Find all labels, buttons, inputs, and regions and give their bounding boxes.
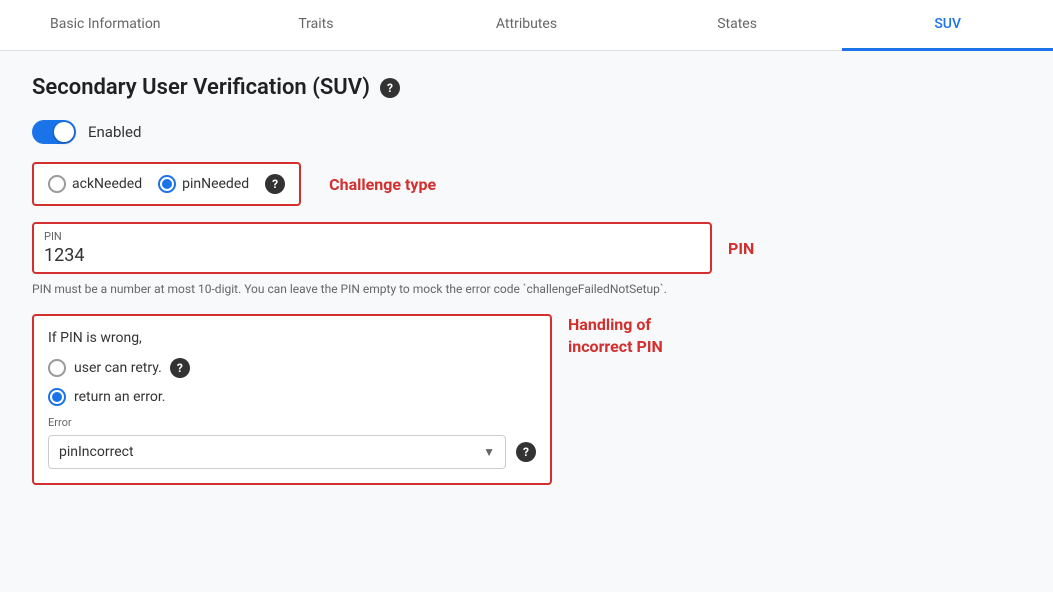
page-title-row: Secondary User Verification (SUV) ? <box>32 75 1021 100</box>
radio-ack-label: ackNeeded <box>72 176 142 192</box>
error-dropdown-help-icon[interactable]: ? <box>516 442 536 462</box>
challenge-type-annotation: Challenge type <box>329 175 436 194</box>
dropdown-arrow-icon: ▼ <box>483 445 495 459</box>
tab-traits[interactable]: Traits <box>211 0 422 51</box>
incorrect-pin-annotation: Handling of incorrect PIN <box>568 314 663 359</box>
tab-suv[interactable]: SUV <box>842 0 1053 51</box>
retry-option[interactable]: user can retry. ? <box>48 358 536 378</box>
radio-ack-needed[interactable]: ackNeeded <box>48 175 142 193</box>
pin-annotation: PIN <box>728 239 754 258</box>
tab-bar: Basic Information Traits Attributes Stat… <box>0 0 1053 51</box>
challenge-type-help-icon[interactable]: ? <box>265 174 285 194</box>
error-label-text: return an error. <box>74 389 165 405</box>
tab-attributes[interactable]: Attributes <box>421 0 632 51</box>
radio-ack-outer <box>48 175 66 193</box>
pin-value: 1234 <box>44 245 700 266</box>
pin-input-box[interactable]: PIN 1234 <box>32 222 712 274</box>
error-help-row: pinIncorrect ▼ ? <box>48 435 536 469</box>
enabled-toggle[interactable] <box>32 120 76 144</box>
enabled-toggle-row: Enabled <box>32 120 1021 144</box>
enabled-label: Enabled <box>88 123 141 141</box>
error-option[interactable]: return an error. <box>48 388 536 406</box>
incorrect-pin-box: If PIN is wrong, user can retry. ? retur… <box>32 314 552 485</box>
tab-basic-information[interactable]: Basic Information <box>0 0 211 51</box>
radio-pin-needed[interactable]: pinNeeded <box>158 175 249 193</box>
challenge-type-row: ackNeeded pinNeeded ? Challenge type <box>32 162 1021 206</box>
pin-section: PIN 1234 PIN PIN must be a number at mos… <box>32 222 1021 298</box>
pin-hint: PIN must be a number at most 10-digit. Y… <box>32 280 1021 298</box>
radio-pin-inner <box>162 179 172 189</box>
incorrect-pin-title: If PIN is wrong, <box>48 330 536 346</box>
challenge-type-box: ackNeeded pinNeeded ? <box>32 162 301 206</box>
retry-help-icon[interactable]: ? <box>170 358 190 378</box>
page-title: Secondary User Verification (SUV) <box>32 75 370 100</box>
radio-pin-outer <box>158 175 176 193</box>
pin-field-label: PIN <box>44 230 700 243</box>
pin-box-wrapper: PIN 1234 PIN <box>32 222 1021 274</box>
error-dropdown[interactable]: pinIncorrect ▼ <box>48 435 506 469</box>
radio-pin-label: pinNeeded <box>182 176 249 192</box>
error-radio-outer <box>48 388 66 406</box>
incorrect-pin-row: If PIN is wrong, user can retry. ? retur… <box>32 314 1021 485</box>
error-dropdown-row: Error pinIncorrect ▼ ? <box>48 416 536 469</box>
retry-radio-outer <box>48 359 66 377</box>
tabs-container: Basic Information Traits Attributes Stat… <box>0 0 1053 51</box>
error-radio-inner <box>52 392 62 402</box>
error-dropdown-value: pinIncorrect <box>59 444 134 460</box>
error-dropdown-label: Error <box>48 416 536 429</box>
main-content: Secondary User Verification (SUV) ? Enab… <box>0 51 1053 592</box>
retry-label: user can retry. <box>74 360 162 376</box>
title-help-icon[interactable]: ? <box>380 78 400 98</box>
tab-states[interactable]: States <box>632 0 843 51</box>
